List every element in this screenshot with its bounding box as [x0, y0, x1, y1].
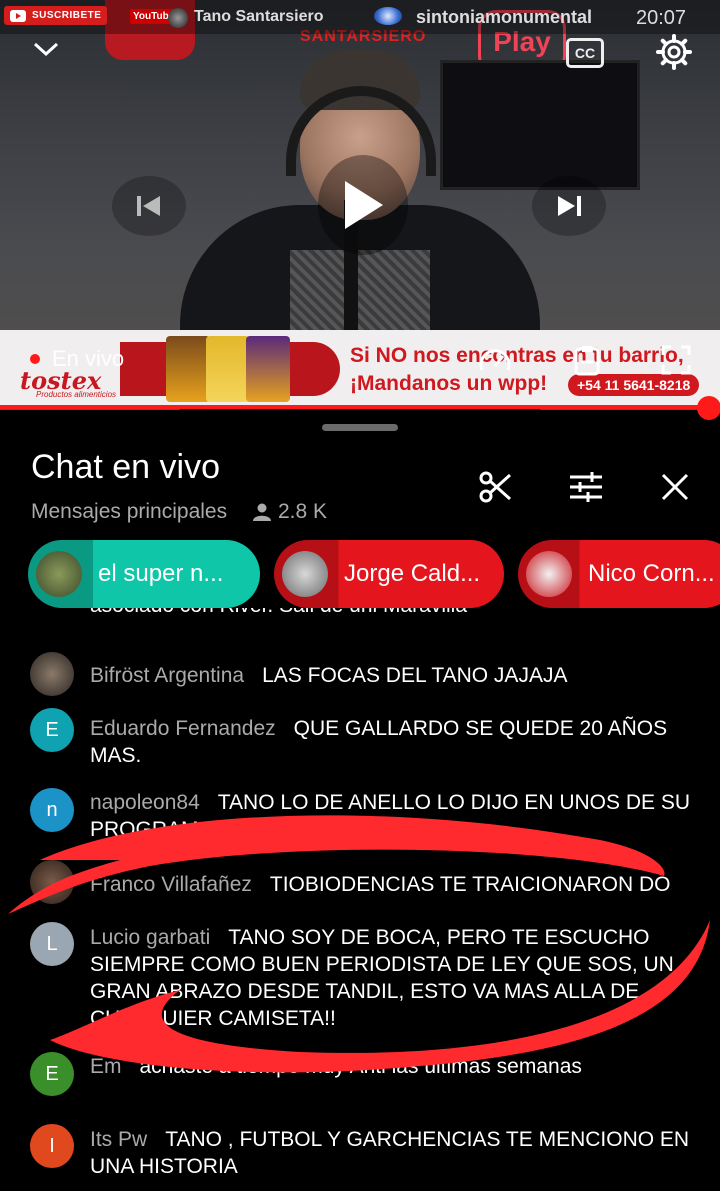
clock: 20:07: [636, 7, 687, 29]
pill-label: Nico Corn...: [588, 560, 715, 587]
close-icon[interactable]: [654, 466, 696, 508]
subscribe-label: SUSCRIBETE: [32, 10, 102, 21]
super-chat-ticker: el super n... Jorge Cald... Nico Corn...: [0, 540, 720, 608]
status-bar: SUSCRIBETE YouTube Tano Santarsiero sint…: [0, 0, 720, 34]
message-author[interactable]: Em: [90, 1055, 122, 1078]
message-author[interactable]: Franco Villafañez: [90, 873, 252, 896]
message-text: achaste a tiempo muy Anti las ultimas se…: [139, 1055, 582, 1078]
avatar: [526, 551, 572, 597]
drag-handle[interactable]: [322, 424, 398, 431]
message-author[interactable]: Bifröst Argentina: [90, 664, 244, 687]
youtube-icon: [10, 10, 26, 22]
banner-subheadline: ¡Mandanos un wpp!: [350, 372, 548, 395]
message-text: LAS FOCAS DEL TANO JAJAJA: [262, 664, 568, 687]
avatar[interactable]: E: [30, 708, 74, 752]
live-indicator[interactable]: En vivo: [30, 346, 124, 372]
message-text: TIOBIODENCIAS TE TRAICIONARON DO: [269, 873, 671, 896]
clipped-message-text: asociado con River. Sali de uni Maravill…: [90, 608, 467, 618]
clip-scissors-icon[interactable]: [474, 466, 516, 508]
message-author[interactable]: Lucio garbati: [90, 926, 210, 949]
chat-title: Chat en vivo: [31, 448, 220, 486]
channel-name: Tano Santarsiero: [194, 8, 324, 25]
previous-button[interactable]: [112, 176, 186, 236]
play-button[interactable]: [318, 155, 408, 255]
avatar[interactable]: L: [30, 922, 74, 966]
avatar[interactable]: I: [30, 1124, 74, 1168]
super-chat-pill[interactable]: Nico Corn...: [518, 540, 720, 608]
pill-label: Jorge Cald...: [344, 560, 481, 587]
avatar[interactable]: n: [30, 788, 74, 832]
avatar[interactable]: E: [30, 1052, 74, 1096]
progress-scrubber[interactable]: [697, 396, 720, 420]
captions-button[interactable]: CC: [566, 38, 604, 68]
avatar[interactable]: [30, 860, 74, 904]
viewer-count-value: 2.8 K: [278, 500, 328, 523]
next-button[interactable]: [532, 176, 606, 236]
chat-message-list[interactable]: asociado con River. Sali de uni Maravill…: [0, 608, 720, 1191]
network-logo-icon: [374, 7, 402, 25]
pill-label: el super n...: [98, 560, 224, 587]
banner-headline: Si NO nos encontras en tu barrio,: [350, 344, 684, 367]
chat-filter-label[interactable]: Mensajes principales: [31, 500, 227, 524]
avatar: [36, 551, 82, 597]
message-text: TANO , FUTBOL Y GARCHENCIAS TE MENCIONO …: [90, 1128, 690, 1178]
super-chat-pill[interactable]: Jorge Cald...: [274, 540, 504, 608]
message-author[interactable]: napoleon84: [90, 791, 200, 814]
snack-bag-image: [246, 336, 290, 402]
speed-gauge-icon[interactable]: [478, 344, 512, 376]
live-dot-icon: [30, 354, 40, 364]
studio-monitor: [440, 60, 640, 190]
settings-gear-icon[interactable]: [654, 32, 694, 72]
snack-bag-image: [166, 336, 210, 402]
message-author[interactable]: Its Pw: [90, 1128, 147, 1151]
minimize-chevron-icon[interactable]: [28, 34, 64, 64]
banner-phone: +54 11 5641-8218: [568, 374, 700, 396]
brand-subtitle: Productos alimenticios: [36, 390, 117, 399]
filter-sliders-icon[interactable]: [565, 466, 607, 508]
snack-bag-image: [206, 336, 250, 402]
clipboard-icon[interactable]: [570, 344, 604, 376]
network-name: sintoniamonumental: [416, 7, 593, 27]
super-chat-pill[interactable]: el super n...: [28, 540, 260, 608]
fullscreen-icon[interactable]: [660, 344, 694, 376]
shirt-print: [290, 250, 430, 340]
subscribe-badge: SUSCRIBETE: [4, 6, 108, 25]
avatar: [282, 551, 328, 597]
avatar[interactable]: [30, 652, 74, 696]
channel-avatar: [168, 8, 188, 28]
person-icon: [253, 503, 271, 521]
viewer-count: 2.8 K: [252, 500, 327, 524]
progress-bar[interactable]: [0, 405, 710, 409]
live-label: En vivo: [52, 346, 125, 371]
message-author[interactable]: Eduardo Fernandez: [90, 717, 276, 740]
